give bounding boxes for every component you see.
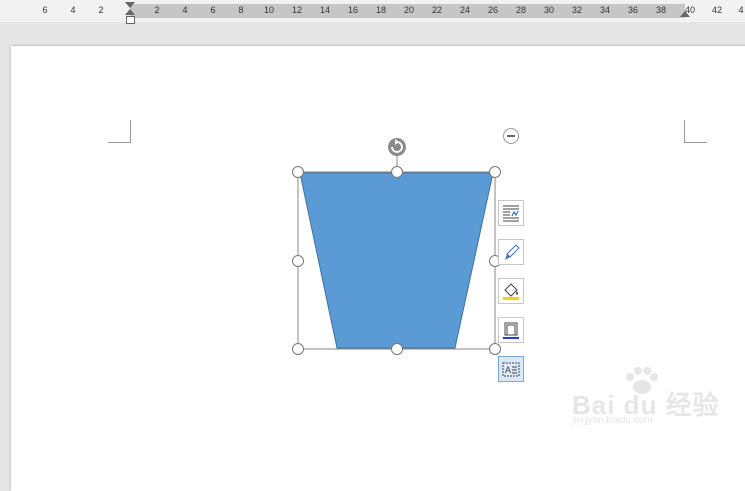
ruler-tick: 16 [347,5,359,15]
ruler-tick: 2 [98,5,104,15]
ruler-tick: 18 [375,5,387,15]
left-indent-marker[interactable] [126,16,135,24]
resize-handle-top-left[interactable] [292,166,304,178]
ruler-tick: 10 [263,5,275,15]
horizontal-ruler[interactable]: 6 4 2 2 4 6 8 10 12 14 16 18 20 22 24 26… [0,0,745,24]
text-box-icon: A [502,362,520,377]
text-box-button[interactable]: A [498,356,524,382]
ruler-tick: 12 [291,5,303,15]
ruler-tick: 6 [210,5,216,15]
shape-fill-button[interactable] [498,278,524,304]
ruler-tick: 30 [543,5,555,15]
shape-outline-button[interactable] [498,317,524,343]
first-line-indent-marker[interactable] [125,2,135,8]
shape-styles-icon [505,244,520,260]
selected-shape-container[interactable] [285,135,507,360]
watermark-url: jingyan.baidu.com [572,415,653,426]
right-indent-marker[interactable] [680,11,690,17]
shape-fill-icon [503,283,519,300]
ruler-tick: 14 [319,5,331,15]
ruler-left-margin [0,4,130,18]
ruler-tick: 4 [738,5,744,15]
resize-handle-top[interactable] [391,166,403,178]
layout-options-button[interactable] [498,200,524,226]
ruler-tick: 38 [655,5,667,15]
ruler-tick: 24 [459,5,471,15]
resize-handle-top-right[interactable] [489,166,501,178]
resize-handle-left[interactable] [292,255,304,267]
ruler-tick: 26 [487,5,499,15]
svg-text:A: A [505,365,511,375]
ruler-tick: 42 [711,5,723,15]
ruler-tick: 22 [431,5,443,15]
trapezoid-shape[interactable] [299,172,494,349]
ruler-tick: 4 [182,5,188,15]
margin-corner-top-left [108,120,131,143]
collapse-toolbar-button[interactable] [503,128,519,144]
resize-handle-bottom[interactable] [391,343,403,355]
resize-handle-bottom-right[interactable] [489,343,501,355]
ruler-tick: 6 [42,5,48,15]
resize-handle-bottom-left[interactable] [292,343,304,355]
ruler-tick: 34 [599,5,611,15]
margin-corner-top-right [684,120,707,143]
ruler-tick: 2 [154,5,160,15]
ruler-tick: 36 [627,5,639,15]
ruler-tick: 4 [70,5,76,15]
ruler-tick: 28 [515,5,527,15]
ruler-tick: 20 [403,5,415,15]
shape-outline-icon [503,322,519,339]
hanging-indent-marker[interactable] [125,9,135,15]
ruler-tick: 8 [238,5,244,15]
rotate-handle-icon[interactable] [388,138,406,156]
shape-styles-button[interactable] [498,239,524,265]
layout-options-icon [503,205,519,222]
baidu-watermark: Bai du 经验 jingyan.baidu.com [560,365,720,426]
ruler-tick: 32 [571,5,583,15]
